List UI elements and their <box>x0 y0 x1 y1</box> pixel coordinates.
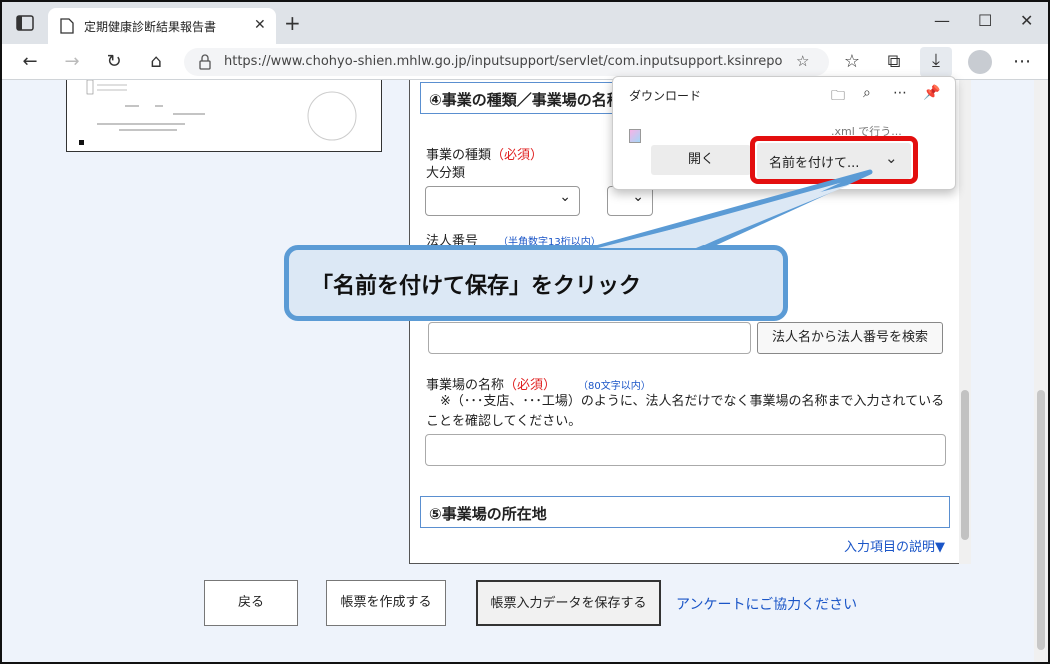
screenshot-frame: 定期健康診断結果報告書 ✕ + — ☐ ✕ ← → ↻ ⌂ https://ww… <box>0 0 1050 664</box>
callout-pointer-cover <box>598 184 852 248</box>
